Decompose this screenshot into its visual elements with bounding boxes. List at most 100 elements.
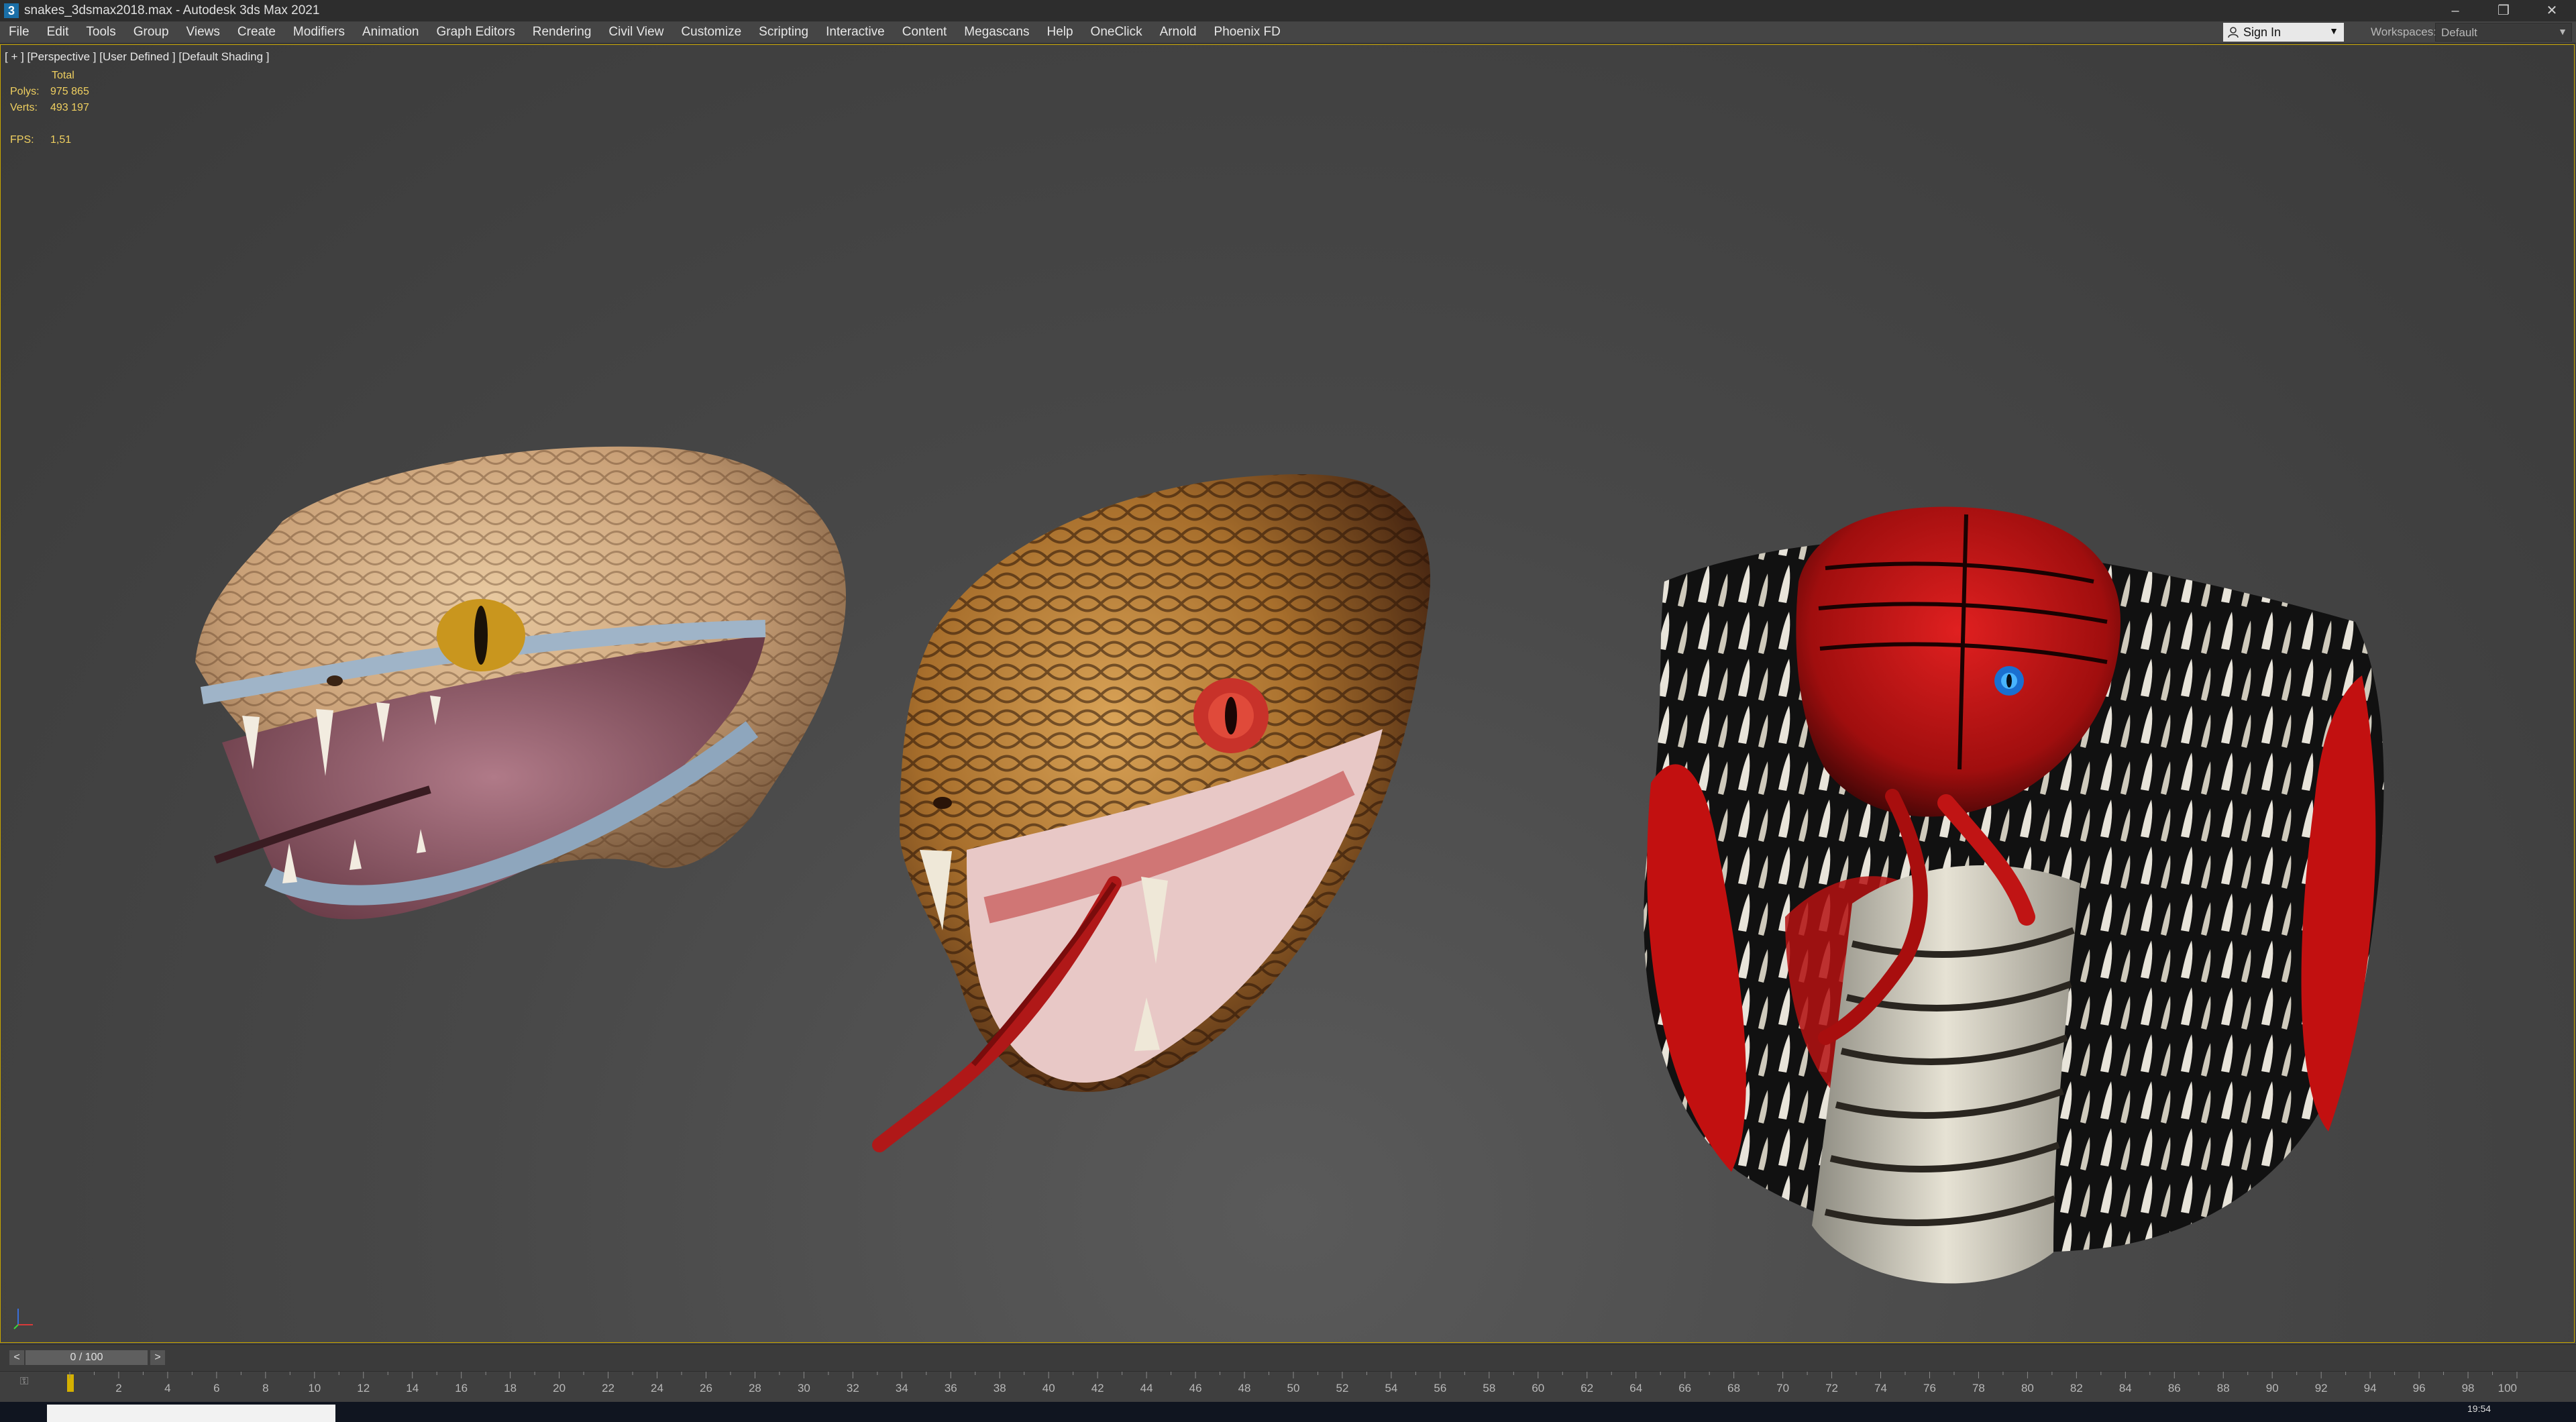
- timeline-tick-label: 86: [2168, 1382, 2181, 1394]
- timeline-tick-label: 72: [1825, 1382, 1838, 1394]
- timeline-tick-label: 68: [1727, 1382, 1740, 1394]
- sign-in-label: Sign In: [2243, 25, 2282, 39]
- app-3dsmax-icon[interactable]: 3: [4, 3, 19, 18]
- viewport-scene[interactable]: [1, 45, 2574, 1342]
- timeline-tick-label: 78: [1972, 1382, 1985, 1394]
- timeline-tick-label: 58: [1483, 1382, 1495, 1394]
- menu-file[interactable]: File: [0, 25, 38, 40]
- menu-oneclick[interactable]: OneClick: [1082, 25, 1151, 40]
- menu-tools[interactable]: Tools: [77, 25, 124, 40]
- restore-button[interactable]: ❐: [2479, 0, 2528, 21]
- menu-phoenix-fd[interactable]: Phoenix FD: [1205, 25, 1289, 40]
- menu-scripting[interactable]: Scripting: [750, 25, 817, 40]
- timeline-tick-label: 38: [994, 1382, 1006, 1394]
- window-title: snakes_3dsmax2018.max - Autodesk 3ds Max…: [24, 3, 320, 17]
- timeline-tick-label: 16: [455, 1382, 468, 1394]
- timeline-tick-label: 18: [504, 1382, 517, 1394]
- timeline-tick-label: 98: [2462, 1382, 2475, 1394]
- current-frame-marker[interactable]: [67, 1374, 74, 1392]
- menu-edit[interactable]: Edit: [38, 25, 78, 40]
- timeline-tick-label: 56: [1434, 1382, 1446, 1394]
- timeline-tick-label: 76: [1923, 1382, 1936, 1394]
- chevron-down-icon: ▼: [2558, 26, 2567, 37]
- timeline-tick-label: 42: [1091, 1382, 1104, 1394]
- menu-graph-editors[interactable]: Graph Editors: [428, 25, 524, 40]
- timeline-tick-label: 84: [2119, 1382, 2132, 1394]
- timeline-tick-label: 22: [602, 1382, 614, 1394]
- time-slider-thumb[interactable]: 0 / 100: [25, 1350, 148, 1365]
- timeline-tick-label: 70: [1776, 1382, 1789, 1394]
- track-ruler[interactable]: 2 4 6 8 10 12 14 16 18 20 22 24 26 28 30 32 34 36 38 40 42 44…: [0, 1372, 2576, 1403]
- track-bar[interactable]: ⚿ 2 4 6 8 10 12 14 16 18 20 22 24 26 28 30 32 34 36 38 40 42…: [0, 1371, 2576, 1403]
- menu-megascans[interactable]: Megascans: [955, 25, 1038, 40]
- timeline-tick-label: 90: [2266, 1382, 2279, 1394]
- timeline-tick-label: 50: [1287, 1382, 1300, 1394]
- rattlesnake-head[interactable]: [195, 446, 846, 920]
- menu-arnold[interactable]: Arnold: [1151, 25, 1205, 40]
- menu-customize[interactable]: Customize: [672, 25, 750, 40]
- timeline-tick-label: 40: [1042, 1382, 1055, 1394]
- timeline-tick-label: 54: [1385, 1382, 1397, 1394]
- timeline-tick-label: 12: [357, 1382, 370, 1394]
- time-slider[interactable]: < 0 / 100 >: [0, 1344, 2576, 1372]
- axis-tripod-icon: [13, 1309, 33, 1329]
- timeline-tick-label: 94: [2364, 1382, 2377, 1394]
- time-prev-button[interactable]: <: [9, 1350, 24, 1365]
- polys-value: 975 865: [50, 86, 89, 97]
- timeline-tick-label: 8: [262, 1382, 268, 1394]
- workspaces-label: Workspaces:: [2371, 25, 2436, 38]
- fps-value: 1,51: [50, 134, 72, 146]
- timeline-tick-label: 96: [2413, 1382, 2426, 1394]
- menu-create[interactable]: Create: [229, 25, 284, 40]
- timeline-tick-label: 62: [1580, 1382, 1593, 1394]
- viper-head[interactable]: [872, 474, 1431, 1152]
- taskbar-clock: 19:54: [2467, 1403, 2491, 1414]
- timeline-tick-label: 88: [2217, 1382, 2230, 1394]
- timeline-tick-label: 6: [213, 1382, 219, 1394]
- timeline-tick-label: 52: [1336, 1382, 1348, 1394]
- menu-modifiers[interactable]: Modifiers: [284, 25, 354, 40]
- menu-help[interactable]: Help: [1038, 25, 1081, 40]
- timeline-tick-label: 24: [651, 1382, 663, 1394]
- timeline-tick-label: 36: [945, 1382, 957, 1394]
- menu-rendering[interactable]: Rendering: [524, 25, 600, 40]
- menu-interactive[interactable]: Interactive: [817, 25, 894, 40]
- timeline-tick-label: 32: [847, 1382, 859, 1394]
- menu-animation[interactable]: Animation: [354, 25, 428, 40]
- timeline-tick-label: 66: [1678, 1382, 1691, 1394]
- minimize-button[interactable]: –: [2431, 0, 2479, 21]
- timeline-tick-label: 20: [553, 1382, 566, 1394]
- timeline-tick-label: 34: [896, 1382, 908, 1394]
- verts-value: 493 197: [50, 102, 89, 113]
- timeline-tick-label: 14: [406, 1382, 419, 1394]
- close-button[interactable]: ✕: [2528, 0, 2576, 21]
- viewport-statistics: Total Polys: 975 865 Verts: 493 197 FPS:…: [10, 68, 89, 148]
- cobra-head[interactable]: [1644, 506, 2384, 1284]
- menu-civil-view[interactable]: Civil View: [600, 25, 672, 40]
- windows-taskbar: 19:54: [0, 1402, 2576, 1422]
- timeline-tick-label: 2: [115, 1382, 121, 1394]
- menu-views[interactable]: Views: [178, 25, 229, 40]
- timeline-tick-label: 44: [1140, 1382, 1153, 1394]
- user-icon: [2228, 27, 2239, 38]
- timeline-tick-label: 92: [2315, 1382, 2328, 1394]
- menu-bar: File Edit Tools Group Views Create Modif…: [0, 21, 2576, 44]
- stats-total-label: Total: [52, 70, 74, 81]
- title-bar: 3 snakes_3dsmax2018.max - Autodesk 3ds M…: [0, 0, 2576, 21]
- timeline-tick-label: 80: [2021, 1382, 2034, 1394]
- menu-group[interactable]: Group: [125, 25, 178, 40]
- timeline-tick-label: 10: [308, 1382, 321, 1394]
- polys-label: Polys:: [10, 86, 40, 97]
- sign-in-dropdown[interactable]: Sign In ▼: [2223, 23, 2344, 42]
- menu-content[interactable]: Content: [894, 25, 956, 40]
- timeline-tick-label: 82: [2070, 1382, 2083, 1394]
- timeline-tick-label: 26: [700, 1382, 712, 1394]
- taskbar-search-box[interactable]: [47, 1405, 335, 1422]
- workspaces-select[interactable]: Default ▼: [2435, 23, 2572, 42]
- timeline-tick-label: 30: [798, 1382, 810, 1394]
- time-next-button[interactable]: >: [150, 1350, 165, 1365]
- perspective-viewport[interactable]: [ + ] [Perspective ] [User Defined ] [De…: [0, 44, 2575, 1343]
- timeline-tick-label: 28: [749, 1382, 761, 1394]
- timeline-tick-label: 48: [1238, 1382, 1251, 1394]
- viewport-label[interactable]: [ + ] [Perspective ] [User Defined ] [De…: [5, 50, 270, 64]
